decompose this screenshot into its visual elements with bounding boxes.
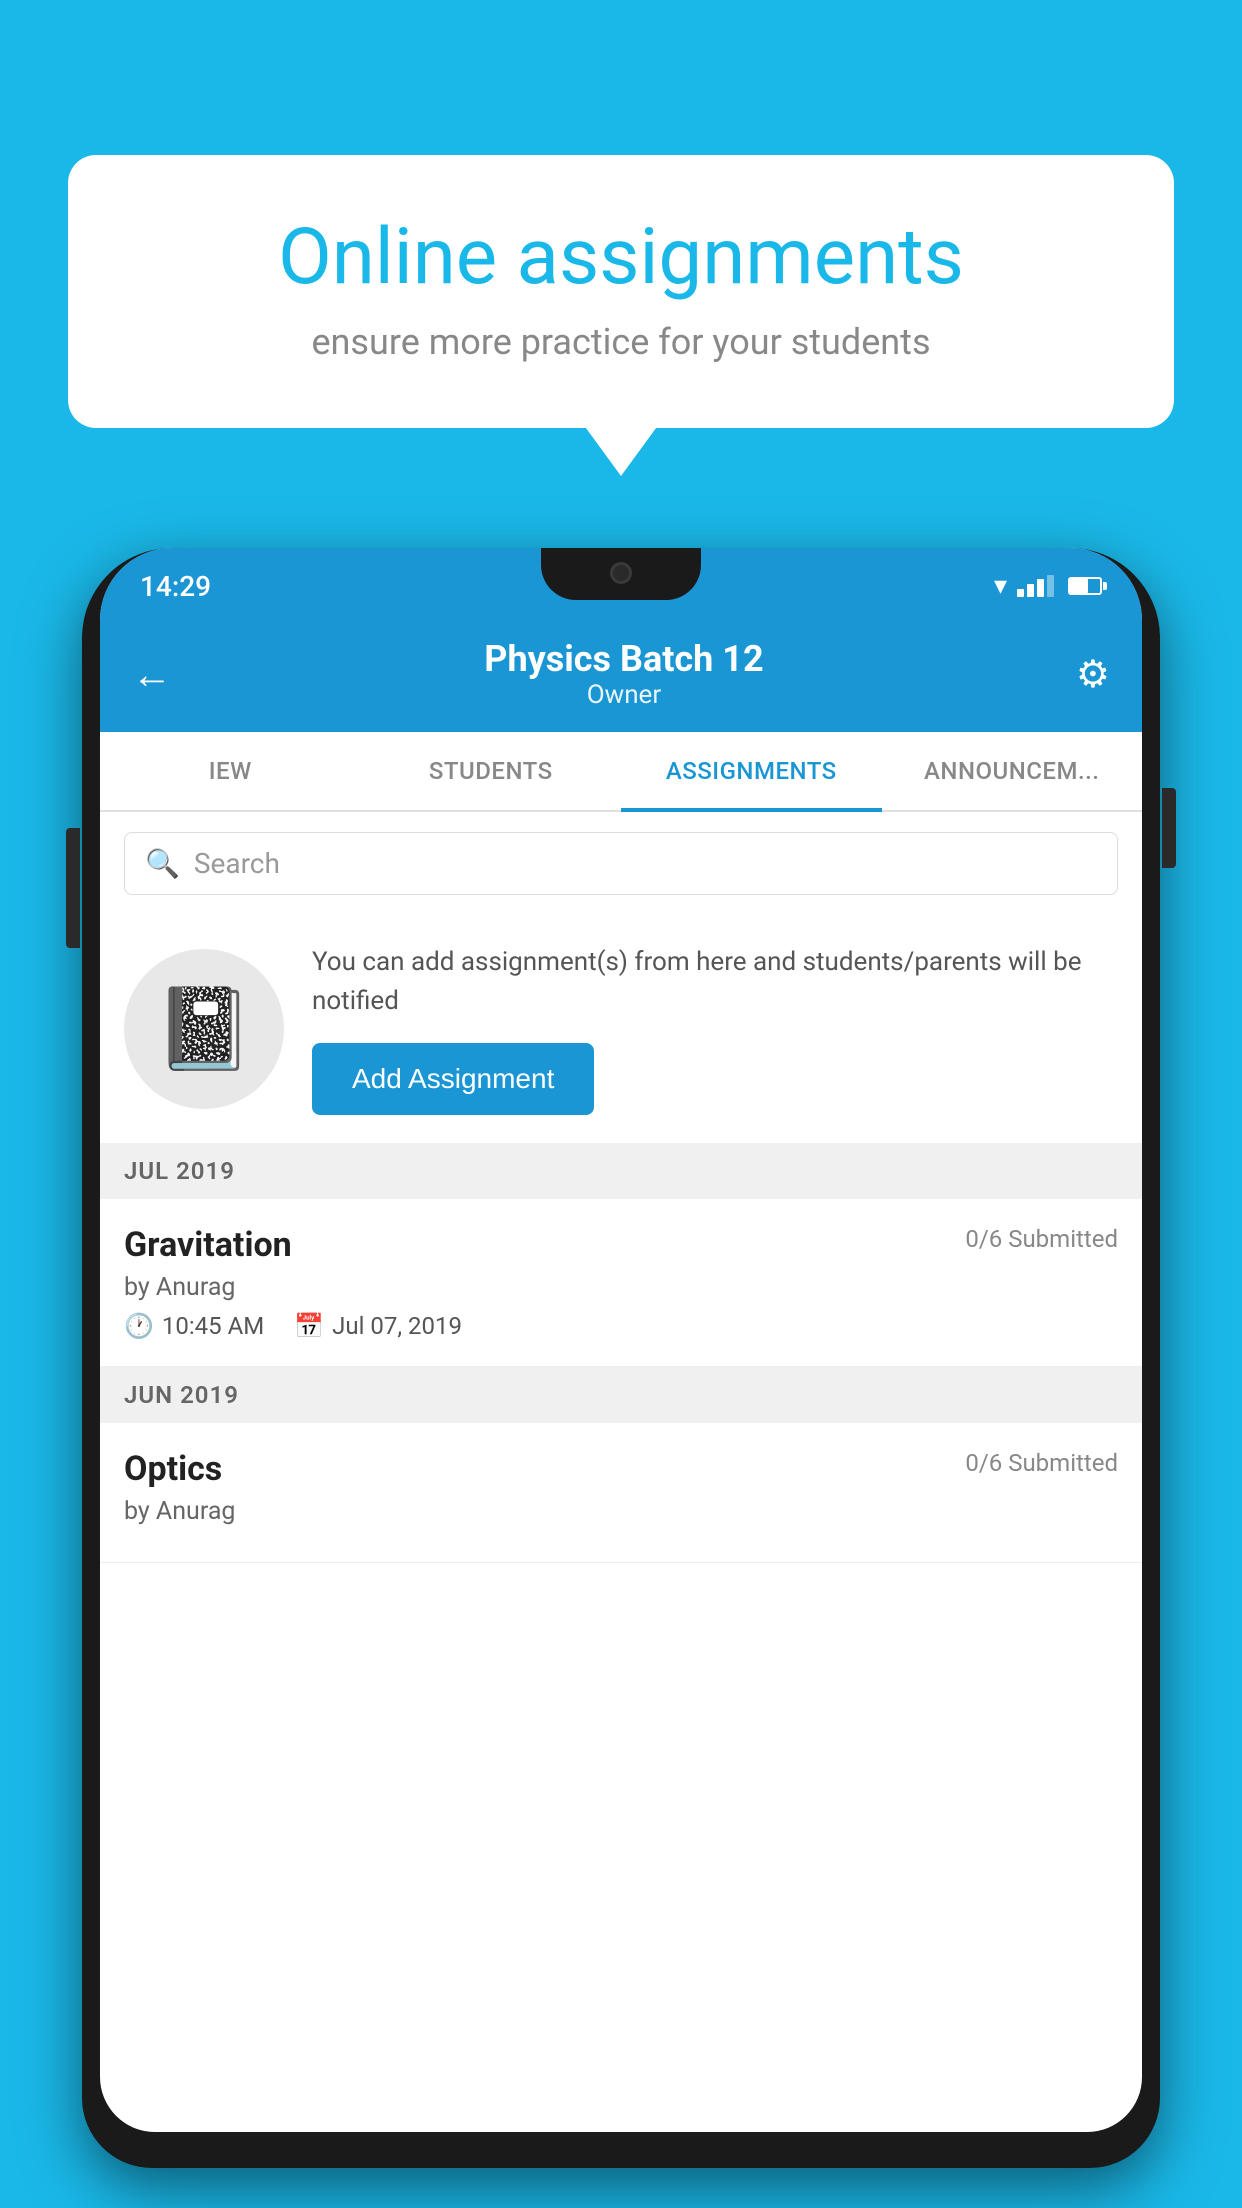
signal-bar-2 [1027,584,1034,597]
notebook-icon: 📓 [154,982,254,1076]
assignment-date-value: Jul 07, 2019 [332,1312,462,1340]
month-separator-jun: JUN 2019 [100,1367,1142,1423]
wifi-icon: ▾ [994,571,1007,601]
add-assignment-button[interactable]: Add Assignment [312,1043,594,1115]
battery-icon [1068,577,1102,595]
month-separator-jul: JUL 2019 [100,1143,1142,1199]
clock-icon: 🕐 [124,1312,154,1340]
signal-bar-1 [1017,589,1024,597]
status-icons: ▾ [994,571,1102,601]
assignment-header-optics: Optics 0/6 Submitted [124,1449,1118,1489]
speech-bubble-container: Online assignments ensure more practice … [68,155,1174,428]
assignment-icon-circle: 📓 [124,949,284,1109]
phone-outer: 14:29 ▾ ← Phys [82,548,1160,2168]
signal-bar-3 [1037,579,1044,597]
search-placeholder: Search [194,847,280,880]
search-bar[interactable]: 🔍 Search [124,832,1118,895]
signal-bar-4 [1047,575,1054,597]
assignment-time: 🕐 10:45 AM [124,1312,264,1340]
assignment-author-gravitation: by Anurag [124,1273,1118,1302]
calendar-icon: 📅 [294,1312,324,1340]
assignment-item-optics[interactable]: Optics 0/6 Submitted by Anurag [100,1423,1142,1563]
tab-assignments[interactable]: ASSIGNMENTS [621,732,882,810]
assignment-submitted-optics: 0/6 Submitted [965,1449,1118,1477]
tabs-container: IEW STUDENTS ASSIGNMENTS ANNOUNCEM... [100,732,1142,812]
header-center: Physics Batch 12 Owner [172,638,1076,710]
assignment-item-gravitation[interactable]: Gravitation 0/6 Submitted by Anurag 🕐 10… [100,1199,1142,1367]
search-container: 🔍 Search [100,812,1142,915]
assignment-name-optics: Optics [124,1449,222,1489]
add-assignment-section: 📓 You can add assignment(s) from here an… [100,915,1142,1143]
tab-students[interactable]: STUDENTS [361,732,622,810]
tab-iew[interactable]: IEW [100,732,361,810]
assignment-name-gravitation: Gravitation [124,1225,292,1265]
add-assignment-desc: You can add assignment(s) from here and … [312,943,1118,1021]
assignment-submitted-gravitation: 0/6 Submitted [965,1225,1118,1253]
status-time: 14:29 [140,570,211,603]
assignment-date: 📅 Jul 07, 2019 [294,1312,462,1340]
phone-container: 14:29 ▾ ← Phys [82,530,1160,2208]
header-title: Physics Batch 12 [172,638,1076,680]
notch-camera [610,562,632,584]
header-subtitle: Owner [172,680,1076,710]
settings-button[interactable]: ⚙ [1076,652,1110,697]
assignment-meta-gravitation: 🕐 10:45 AM 📅 Jul 07, 2019 [124,1312,1118,1340]
signal-bars [1017,575,1054,597]
assignment-time-value: 10:45 AM [162,1312,264,1340]
add-assignment-content: You can add assignment(s) from here and … [312,943,1118,1115]
notch [541,548,701,600]
speech-bubble-subtitle: ensure more practice for your students [138,321,1104,363]
assignment-header: Gravitation 0/6 Submitted [124,1225,1118,1265]
battery-fill [1070,579,1088,593]
app-header: ← Physics Batch 12 Owner ⚙ [100,616,1142,732]
speech-bubble-title: Online assignments [138,215,1104,301]
speech-bubble: Online assignments ensure more practice … [68,155,1174,428]
tab-announcements[interactable]: ANNOUNCEM... [882,732,1143,810]
search-icon: 🔍 [145,847,180,880]
phone-screen: 14:29 ▾ ← Phys [100,548,1142,2132]
assignment-author-optics: by Anurag [124,1497,1118,1526]
back-button[interactable]: ← [132,651,172,698]
